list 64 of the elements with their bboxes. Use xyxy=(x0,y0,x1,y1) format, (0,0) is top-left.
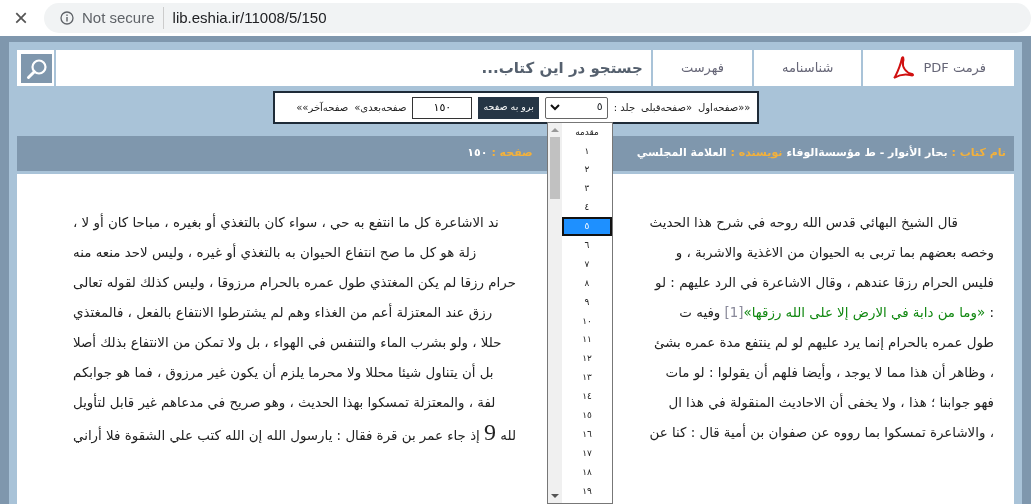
dropdown-option[interactable]: ١ xyxy=(562,141,612,161)
dropdown-option[interactable]: ٣ xyxy=(562,179,612,199)
scroll-down-icon[interactable] xyxy=(551,493,559,499)
search-field[interactable]: جستجو در این کتاب... xyxy=(56,50,651,86)
info-label: صفحه : xyxy=(491,145,533,162)
text-line: وخصه بعضهم بما تربى به الحيوان من الاغذية والاشربة ، و xyxy=(675,243,994,263)
next-page-link[interactable]: صفحه‌بعدی» xyxy=(354,100,407,115)
go-to-page-button[interactable]: برو به صفحه xyxy=(478,96,539,119)
scrollbar[interactable] xyxy=(548,123,562,503)
dropdown-option[interactable]: ١٢ xyxy=(562,349,612,369)
info-icon[interactable] xyxy=(60,11,74,25)
dropdown-option[interactable]: مقدمه xyxy=(562,123,612,142)
chevron-down-icon xyxy=(549,104,560,111)
address-bar[interactable]: Not secure lib.eshia.ir/11008/5/150 xyxy=(44,3,1031,33)
dropdown-option[interactable]: ١٠ xyxy=(562,311,612,331)
scrollbar-thumb[interactable] xyxy=(550,137,560,199)
search-button[interactable] xyxy=(21,54,52,83)
volume-label: جلد : xyxy=(613,101,636,115)
pdf-icon xyxy=(891,55,916,81)
text-line: حرام رزقا لم يكن المغتذي طول عمره بالحرام مرزوقا ، وليس كذلك لقوله تعالى xyxy=(73,273,516,293)
dropdown-option[interactable]: ٦ xyxy=(562,236,612,256)
info-label: نويسنده : xyxy=(730,145,783,162)
pdf-link[interactable]: فرمت PDF xyxy=(863,50,1014,86)
text-line: لفة ، والمعتزلة تمسكوا بهذا الحديث ، وهو صريح في مدعاهم غير قابل لتأويل xyxy=(73,392,496,413)
dropdown-option[interactable]: ٧ xyxy=(562,255,612,275)
close-button[interactable]: × xyxy=(14,6,34,30)
text-line: قال الشيخ البهائي قدس الله روحه في شرح هذا الحديث xyxy=(649,213,959,233)
text-line: فليس الحرام رزقا عندهم ، وقال الاشاعرة في الرد عليهم : لو xyxy=(655,273,994,293)
text-line: بل أن يتناول شيئا محللا ولا محرما يلزم أن يكون غير مرزوق ، فما هو جوابكم xyxy=(73,362,494,383)
first-page-link[interactable]: ««صفحه‌اول xyxy=(698,100,751,115)
dropdown-option[interactable]: ١١ xyxy=(562,330,612,350)
info-value: العلامة المجلسي xyxy=(636,145,727,162)
info-label: نام کتاب : xyxy=(951,145,1006,162)
toolbar-link[interactable]: فهرست xyxy=(652,50,752,86)
last-page-link[interactable]: صفحه‌آخر»» xyxy=(296,100,349,115)
dropdown-option[interactable]: ٤ xyxy=(562,198,612,218)
text-line: رزق عند المعتزلة أعم من الغذاء وهم لم يشترطوا الانتفاع بالفعل ، فالمغتذي xyxy=(73,302,493,323)
url-text: lib.eshia.ir/11008/5/150 xyxy=(162,6,327,30)
text-line: ، والاشاعرة تمسكوا بما رووه عن صفوان بن أمية قال : كنا عن xyxy=(649,422,994,443)
previous-page-link[interactable]: «صفحه‌قبلی xyxy=(641,100,692,115)
text-line: ند الاشاعرة كل ما انتفع به حي ، سواء كان بالتغذي أو بغيره ، مباحا كان أو لا ، xyxy=(73,212,499,233)
info-value: بحار الأنوار - ط مؤسسةالوفاء xyxy=(786,145,948,162)
dropdown-option[interactable]: ٩ xyxy=(562,293,612,312)
dropdown-option[interactable]: ١٥ xyxy=(562,406,612,426)
dropdown-option[interactable]: ١٤ xyxy=(562,387,612,407)
scroll-up-icon[interactable] xyxy=(551,127,559,133)
page-number-field[interactable]: ١٥٠ xyxy=(412,96,473,119)
dropdown-option[interactable]: ٨ xyxy=(562,274,612,293)
text-line: ، وظاهر أن هذا مما لا يوجد ، وأيضا فلهم أن يقولوا : لو مات xyxy=(665,362,994,383)
text-line: حللا ، ولو بشرب الماء والتنفس في الهواء ، بل ولا تمكن من الانتفاع بذلك أصلا xyxy=(73,332,502,353)
info-value: ١٥٠ xyxy=(467,145,488,162)
dropdown-option[interactable]: ١٩ xyxy=(562,481,612,501)
search-icon xyxy=(25,57,48,80)
dropdown-option[interactable]: ١٣ xyxy=(562,368,612,388)
dropdown-option[interactable]: ٢ xyxy=(562,160,612,180)
text-line: طول عمره بالحرام إنما يرد عليهم لو لم ينتفع مدة عمره بشئ xyxy=(654,333,994,353)
text-line: فهو جوابنا ؛ هذا ، ولا يخفى أن الاحاديث المنقولة في هذا ال xyxy=(668,392,994,413)
dropdown-option[interactable]: ١٨ xyxy=(562,463,612,482)
dropdown-option[interactable]: ١٦ xyxy=(562,425,612,445)
security-label: Not secure xyxy=(82,7,155,28)
volume-select[interactable]: ٥ xyxy=(544,96,608,119)
toolbar-link[interactable]: شناسنامه xyxy=(753,50,862,86)
dropdown-option[interactable]: ١٧ xyxy=(562,444,612,464)
text-line: زلة هو كل ما صح انتفاع الحيوان به بالتغذي أو غيره ، وليس لاحد منعه منه xyxy=(73,242,477,263)
